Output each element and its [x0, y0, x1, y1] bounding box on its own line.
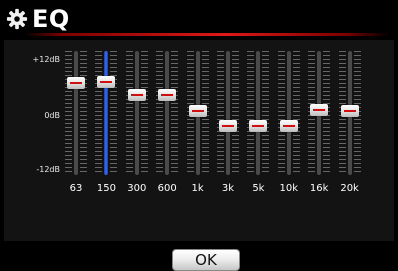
eq-band-63: 63 [59, 40, 93, 241]
gear-icon [6, 8, 28, 30]
header-bar: EQ [0, 0, 398, 38]
slider-track[interactable] [134, 51, 139, 175]
slider-track[interactable] [256, 51, 261, 175]
db-max-label: +12dB [32, 55, 60, 64]
slider-thumb[interactable] [340, 105, 359, 118]
slider-track[interactable] [286, 51, 291, 175]
eq-band-600: 600 [150, 40, 184, 241]
eq-panel: +12dB 0dB -12dB 63 150 300 600 1k 3k 5k 10k 16k 2… [4, 40, 394, 271]
slider-thumb[interactable] [249, 119, 268, 132]
slider-thumb[interactable] [279, 119, 298, 132]
eq-band-3k: 3k [211, 40, 245, 241]
slider-thumb[interactable] [97, 76, 116, 88]
db-min-label: -12dB [36, 165, 60, 174]
slider-thumb[interactable] [310, 104, 329, 117]
slider-thumb[interactable] [67, 77, 85, 90]
eq-band-10k: 10k [272, 40, 306, 241]
slider-thumb[interactable] [158, 88, 177, 101]
page-title: EQ [32, 5, 70, 33]
header-divider [24, 33, 390, 36]
eq-band-1k: 1k [181, 40, 215, 241]
slider-thumb[interactable] [127, 88, 146, 101]
frequency-label: 20k [340, 183, 359, 194]
ok-button[interactable]: OK [172, 249, 240, 271]
eq-band-5k: 5k [241, 40, 275, 241]
eq-band-150: 150 [89, 40, 123, 241]
slider-track[interactable] [74, 51, 78, 175]
db-mid-label: 0dB [44, 111, 60, 120]
eq-band-20k: 20k [333, 40, 367, 241]
slider-track[interactable] [226, 51, 230, 175]
slider-track[interactable] [165, 51, 170, 175]
slider-track[interactable] [104, 51, 109, 175]
slider-thumb[interactable] [188, 105, 207, 118]
slider-thumb[interactable] [219, 119, 237, 132]
eq-band-300: 300 [120, 40, 154, 241]
eq-band-16k: 16k [302, 40, 336, 241]
